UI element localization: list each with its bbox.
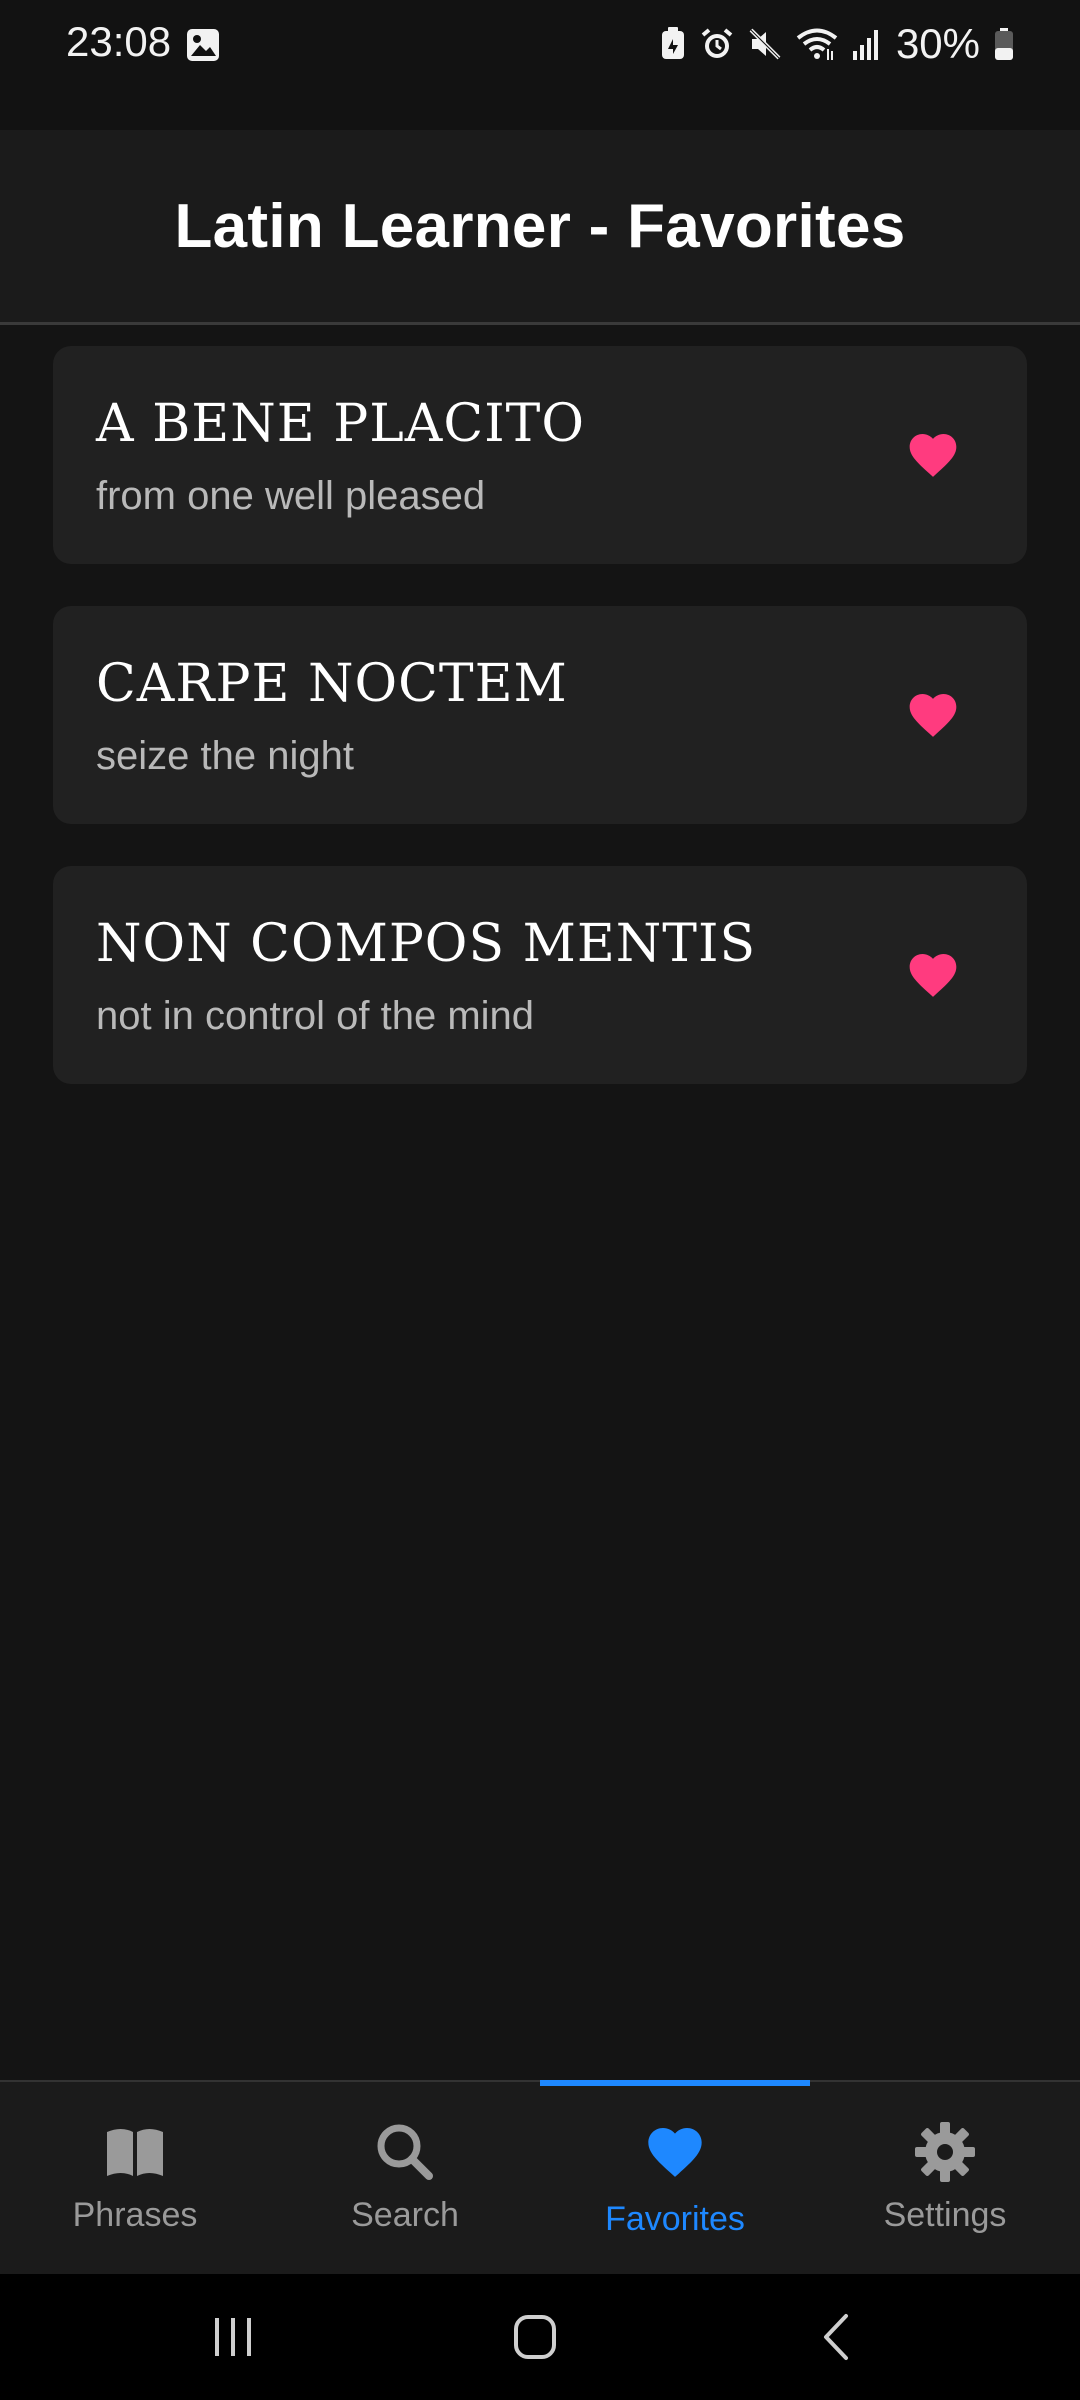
back-button[interactable]: [808, 2312, 868, 2362]
tab-label: Search: [351, 2196, 459, 2234]
app-header: Latin Learner - Favorites: [0, 130, 1080, 325]
favorite-card[interactable]: A BENE PLACITO from one well pleased: [53, 346, 1027, 564]
tab-label: Settings: [883, 2196, 1007, 2234]
favorite-card[interactable]: CARPE NOCTEM seize the night: [53, 606, 1027, 824]
tab-phrases[interactable]: Phrases: [0, 2082, 270, 2276]
tab-settings[interactable]: Settings: [810, 2082, 1080, 2276]
phrase-latin: NON COMPOS MENTIS: [96, 914, 757, 974]
battery-percent: 30%: [895, 20, 980, 67]
signal-icon: [852, 30, 878, 60]
favorite-card[interactable]: NON COMPOS MENTIS not in control of the …: [53, 866, 1027, 1084]
gear-icon: [915, 2122, 975, 2182]
phrase-latin: A BENE PLACITO: [96, 394, 585, 454]
tab-label: Phrases: [72, 2196, 198, 2234]
home-button[interactable]: [505, 2312, 565, 2362]
heart-icon[interactable]: [905, 427, 961, 483]
mute-icon: [749, 28, 781, 60]
tab-favorites[interactable]: Favorites: [540, 2082, 810, 2276]
battery-icon: [995, 28, 1013, 60]
tab-label: Favorites: [605, 2200, 745, 2238]
phrase-latin: CARPE NOCTEM: [96, 654, 568, 714]
battery-saver-icon: [661, 27, 684, 59]
favorites-list: A BENE PLACITO from one well pleased CAR…: [53, 346, 1027, 1126]
heart-icon[interactable]: [905, 947, 961, 1003]
status-icons: 30%: [660, 18, 1014, 70]
search-icon: [377, 2124, 433, 2180]
recents-button[interactable]: [203, 2312, 263, 2362]
phrase-translation: not in control of the mind: [96, 994, 535, 1038]
heart-icon: [648, 2128, 702, 2177]
alarm-icon: [701, 28, 733, 58]
gallery-icon: [187, 29, 219, 61]
phrase-translation: seize the night: [96, 734, 354, 778]
heart-icon[interactable]: [905, 687, 961, 743]
status-time: 23:08: [66, 18, 172, 65]
phrase-translation: from one well pleased: [96, 474, 486, 518]
status-bar: 23:08 30%: [0, 0, 1080, 130]
tab-search[interactable]: Search: [270, 2082, 540, 2276]
bottom-nav: Phrases Search Favorites Settings: [0, 2080, 1080, 2276]
wifi-icon: [796, 28, 838, 60]
book-icon: [107, 2129, 163, 2176]
page-title: Latin Learner - Favorites: [174, 191, 906, 261]
system-nav-bar: [0, 2274, 1080, 2400]
